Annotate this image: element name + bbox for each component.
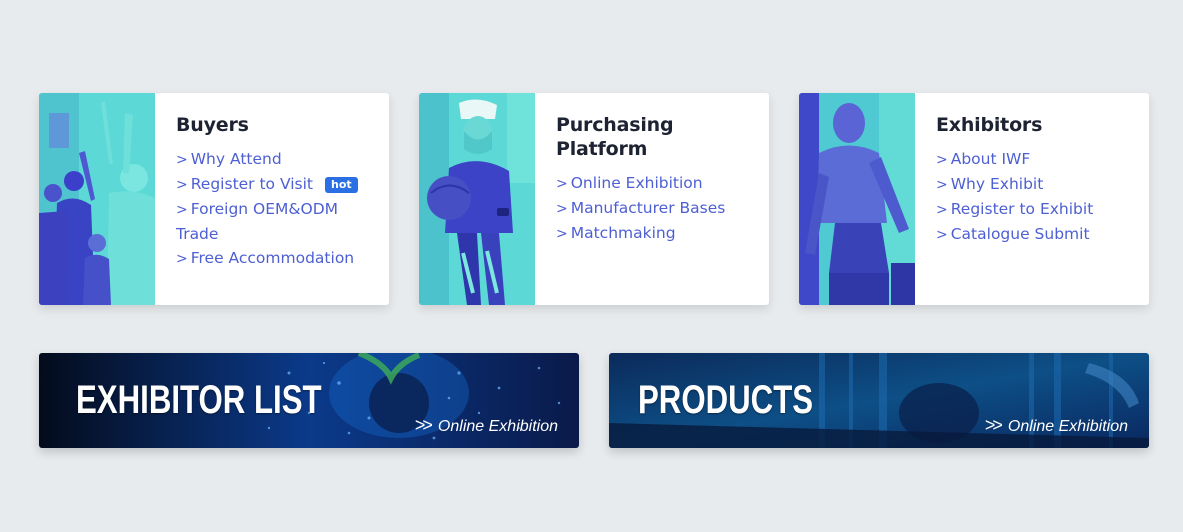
link-why-exhibit[interactable]: > Why Exhibit [936, 172, 1131, 197]
link-label[interactable]: About IWF [951, 150, 1031, 168]
fitness-class-photo [39, 93, 155, 305]
buyers-card: Buyers > Why Attend > Register to Visit hot… [39, 93, 389, 305]
hot-badge: hot [325, 177, 358, 193]
link-about-iwf[interactable]: > About IWF [936, 147, 1131, 172]
link-label[interactable]: Register to Visit [191, 175, 313, 193]
banner-subtitle: Online Exhibition [437, 418, 558, 435]
buyers-link-list: > Why Attend > Register to Visit hot > Forei… [176, 147, 371, 271]
banner-title: EXHIBITOR LIST [76, 378, 322, 422]
online-exhibition-link[interactable]: >> Online Exhibition [415, 415, 558, 437]
chevron-right-icon: > [176, 152, 188, 168]
link-label[interactable]: Manufacturer Bases [571, 199, 726, 217]
link-online-exhibition[interactable]: > Online Exhibition [556, 171, 751, 196]
card-title: Exhibitors [936, 114, 1043, 136]
chevron-right-icon: > [176, 251, 188, 267]
chevron-right-icon: > [936, 202, 948, 218]
chevron-right-icon: > [176, 202, 188, 218]
link-why-attend[interactable]: > Why Attend [176, 147, 371, 172]
link-label[interactable]: Online Exhibition [571, 174, 703, 192]
purchasing-platform-card: Purchasing Platform > Online Exhibition >… [419, 93, 769, 305]
chevron-right-icon: > [556, 226, 568, 242]
link-label[interactable]: Why Attend [191, 150, 282, 168]
link-label[interactable]: Register to Exhibit [951, 200, 1094, 218]
banner-title: PRODUCTS [638, 378, 814, 422]
link-catalogue-submit[interactable]: > Catalogue Submit [936, 222, 1131, 247]
chevron-right-icon: > [556, 176, 568, 192]
exhibitors-link-list: > About IWF > Why Exhibit > Register to Exh… [936, 147, 1131, 247]
link-register-to-exhibit[interactable]: > Register to Exhibit [936, 197, 1131, 222]
purchasing-link-list: > Online Exhibition > Manufacturer Bases >… [556, 171, 751, 246]
products-banner[interactable]: PRODUCTS >> Online Exhibition [609, 353, 1149, 448]
chevron-right-icon: > [556, 201, 568, 217]
link-foreign-oem-odm-trade[interactable]: > Foreign OEM&ODM Trade [176, 197, 371, 246]
exhibitors-image[interactable] [799, 93, 915, 305]
card-title: Purchasing Platform [556, 114, 674, 160]
woman-with-medicine-ball-photo [419, 93, 535, 305]
banner-subtitle: Online Exhibition [1007, 418, 1128, 435]
exhibitor-list-banner[interactable]: EXHIBITOR LIST >> Online Exhibition [39, 353, 579, 448]
link-label[interactable]: Foreign OEM&ODM Trade [176, 200, 338, 243]
online-exhibition-link[interactable]: >> Online Exhibition [985, 415, 1128, 437]
chevron-right-icon: > [936, 227, 948, 243]
exhibitors-card: Exhibitors > About IWF > Why Exhibit > Regi… [799, 93, 1149, 305]
link-manufacturer-bases[interactable]: > Manufacturer Bases [556, 196, 751, 221]
chevron-right-icon: > [936, 152, 948, 168]
link-free-accommodation[interactable]: > Free Accommodation [176, 246, 371, 271]
link-label[interactable]: Matchmaking [571, 224, 676, 242]
link-label[interactable]: Why Exhibit [951, 175, 1044, 193]
man-exercising-photo [799, 93, 915, 305]
purchasing-image[interactable] [419, 93, 535, 305]
chevron-right-icon: > [176, 177, 188, 193]
double-chevron-right-icon: >> [414, 415, 433, 435]
buyers-image[interactable] [39, 93, 155, 305]
link-register-to-visit[interactable]: > Register to Visit hot [176, 172, 371, 197]
link-label[interactable]: Catalogue Submit [951, 225, 1090, 243]
chevron-right-icon: > [936, 177, 948, 193]
card-title: Buyers [176, 114, 249, 136]
double-chevron-right-icon: >> [984, 415, 1003, 435]
link-label[interactable]: Free Accommodation [191, 249, 354, 267]
link-matchmaking[interactable]: > Matchmaking [556, 221, 751, 246]
